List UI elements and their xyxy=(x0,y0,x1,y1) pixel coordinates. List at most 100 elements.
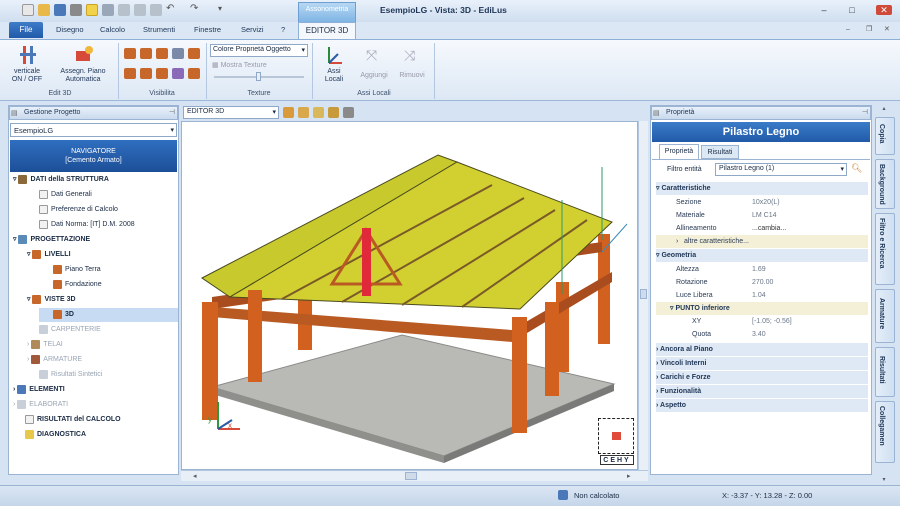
expand-icon[interactable]: › xyxy=(13,401,15,408)
section-caratteristiche[interactable]: ▿ Caratteristiche xyxy=(656,182,868,195)
nav-cube-labels[interactable]: CEHY xyxy=(600,455,634,465)
expand-icon[interactable]: › xyxy=(656,388,658,395)
rimuovi-button[interactable]: ⤨ Rimuovi xyxy=(394,43,430,87)
tab-proprieta[interactable]: Proprietà xyxy=(659,144,699,159)
collapse-icon[interactable]: ▿ xyxy=(27,251,31,258)
tree-item-piano-terra[interactable]: Piano Terra xyxy=(53,263,101,277)
tree-item-risultati-sintetici[interactable]: Risultati Sintetici xyxy=(39,368,102,382)
pin-icon[interactable]: ⊣ xyxy=(169,108,175,116)
customize-icon[interactable]: ▾ xyxy=(218,4,222,13)
close-icon[interactable]: ✕ xyxy=(876,5,892,15)
column[interactable] xyxy=(248,290,262,382)
expand-icon[interactable]: › xyxy=(656,360,658,367)
stair-icon[interactable] xyxy=(188,68,200,79)
load-icon[interactable] xyxy=(172,68,184,79)
filter-select[interactable]: Pilastro Legno (1) ▾ xyxy=(715,163,847,176)
column[interactable] xyxy=(202,302,218,420)
editor-select[interactable]: EDITOR 3D ▾ xyxy=(183,106,279,119)
project-select[interactable]: EsempioLG ▾ xyxy=(10,123,177,137)
selected-wooden-column[interactable] xyxy=(362,228,371,296)
zoom-icon[interactable] xyxy=(102,4,114,16)
tree-item-diagnostica[interactable]: DIAGNOSTICA xyxy=(25,428,86,442)
mostra-texture-button[interactable]: ▦ Mostra Texture xyxy=(212,61,267,69)
section-punto-inferiore[interactable]: ▿ PUNTO inferiore xyxy=(656,302,868,315)
tree-item-carpenterie[interactable]: CARPENTERIE xyxy=(39,323,101,337)
column[interactable] xyxy=(512,317,527,433)
collapse-icon[interactable]: ▿ xyxy=(656,252,660,259)
tab-finestre[interactable]: Finestre xyxy=(194,25,221,34)
tab-servizi[interactable]: Servizi xyxy=(241,25,264,34)
horizontal-scrollbar[interactable]: ◂ ▸ xyxy=(181,470,648,481)
side-tab-background[interactable]: Background xyxy=(875,159,895,209)
expand-icon[interactable]: › xyxy=(656,402,658,409)
tree-item-preferenze[interactable]: Preferenze di Calcolo xyxy=(39,203,118,217)
texture-slider-thumb[interactable] xyxy=(256,72,261,81)
expand-icon[interactable]: › xyxy=(27,341,29,348)
snapshot-icon[interactable] xyxy=(343,107,354,118)
tree-item-elementi[interactable]: › ELEMENTI xyxy=(13,383,65,397)
structure-3d-model[interactable]: x y xyxy=(182,122,637,469)
paste-icon[interactable] xyxy=(150,4,162,16)
slab-icon[interactable] xyxy=(156,48,168,59)
side-tab-filtro-ricerca[interactable]: Filtro e Ricerca xyxy=(875,213,895,285)
zoom-window-icon[interactable] xyxy=(298,107,309,118)
prop-row-altre[interactable]: › altre caratteristiche... xyxy=(656,235,868,248)
section-carichi[interactable]: › Carichi e Forze xyxy=(656,371,868,384)
tree-item-armature[interactable]: › ARMATURE xyxy=(27,353,82,367)
expand-icon[interactable]: › xyxy=(13,386,15,393)
pointer-icon[interactable] xyxy=(86,4,98,16)
section-geometria[interactable]: ▿ Geometria xyxy=(656,249,868,262)
tree-item-telai[interactable]: › TELAI xyxy=(27,338,63,352)
navigator-header[interactable]: NAVIGATORE [Cemento Armato] xyxy=(10,140,177,172)
tab-help[interactable]: ? xyxy=(281,25,285,34)
layers-icon[interactable] xyxy=(313,107,324,118)
copy-icon[interactable] xyxy=(134,4,146,16)
scroll-left-icon[interactable]: ◂ xyxy=(193,472,197,480)
scroll-down-icon[interactable]: ▾ xyxy=(878,476,890,483)
beam-icon[interactable] xyxy=(140,48,152,59)
tab-strumenti[interactable]: Strumenti xyxy=(143,25,175,34)
section-ancora[interactable]: › Ancora al Piano xyxy=(656,343,868,356)
search-icon[interactable]: 🔍︎ xyxy=(851,163,862,174)
scroll-thumb[interactable] xyxy=(640,289,647,299)
side-tab-collegamenti[interactable]: Collegamen xyxy=(875,401,895,463)
tree-item-progettazione[interactable]: ▿ PROGETTAZIONE xyxy=(13,233,90,247)
print-view-icon[interactable] xyxy=(328,107,339,118)
tab-editor-3d[interactable]: EDITOR 3D xyxy=(298,22,356,39)
close-doc-icon[interactable]: ✕ xyxy=(884,25,890,33)
new-file-icon[interactable] xyxy=(22,4,34,16)
color-mode-select[interactable]: Colore Proprietà Oggetto ▾ xyxy=(210,44,308,57)
foundation-icon[interactable] xyxy=(188,48,200,59)
tab-disegno[interactable]: Disegno xyxy=(56,25,84,34)
section-vincoli[interactable]: › Vincoli Interni xyxy=(656,357,868,370)
tree-item-dati-norma[interactable]: Dati Norma: [IT] D.M. 2008 xyxy=(39,218,135,232)
column[interactable] xyxy=(545,302,559,396)
scroll-up-icon[interactable]: ▴ xyxy=(878,105,890,112)
save-icon[interactable] xyxy=(54,4,66,16)
expand-icon[interactable]: › xyxy=(676,235,678,248)
tree-item-fondazione[interactable]: Fondazione xyxy=(53,278,102,292)
nav-cube-center[interactable] xyxy=(612,432,621,440)
minimize-icon[interactable]: – xyxy=(818,5,830,15)
side-tab-armature[interactable]: Armature xyxy=(875,289,895,343)
beam-icon[interactable] xyxy=(124,48,136,59)
scroll-right-icon[interactable]: ▸ xyxy=(627,472,631,480)
tree-item-dati-generali[interactable]: Dati Generali xyxy=(39,188,92,202)
section-aspetto[interactable]: › Aspetto xyxy=(656,399,868,412)
side-tab-copia[interactable]: Copia xyxy=(875,117,895,155)
side-tab-risultati[interactable]: Risultati xyxy=(875,347,895,397)
wall-icon[interactable] xyxy=(172,48,184,59)
tab-calcolo[interactable]: Calcolo xyxy=(100,25,125,34)
minimize-ribbon-icon[interactable]: – xyxy=(846,26,850,33)
tree-item-dati-struttura[interactable]: ▿ DATI della STRUTTURA xyxy=(13,173,109,187)
expand-icon[interactable]: › xyxy=(27,356,29,363)
maximize-icon[interactable]: □ xyxy=(846,5,858,15)
tree-item-risultati-calcolo[interactable]: RISULTATI del CALCOLO xyxy=(25,413,121,427)
undo-icon[interactable]: ↶ xyxy=(166,3,174,14)
tab-file[interactable]: File xyxy=(9,22,43,38)
restore-icon[interactable]: ❐ xyxy=(866,25,872,33)
roof-icon[interactable] xyxy=(140,68,152,79)
assegn-piano-button[interactable]: Assegn. Piano Automatica xyxy=(52,43,114,87)
nav-cube[interactable] xyxy=(598,418,634,454)
tree-item-3d[interactable]: 3D xyxy=(39,308,178,322)
